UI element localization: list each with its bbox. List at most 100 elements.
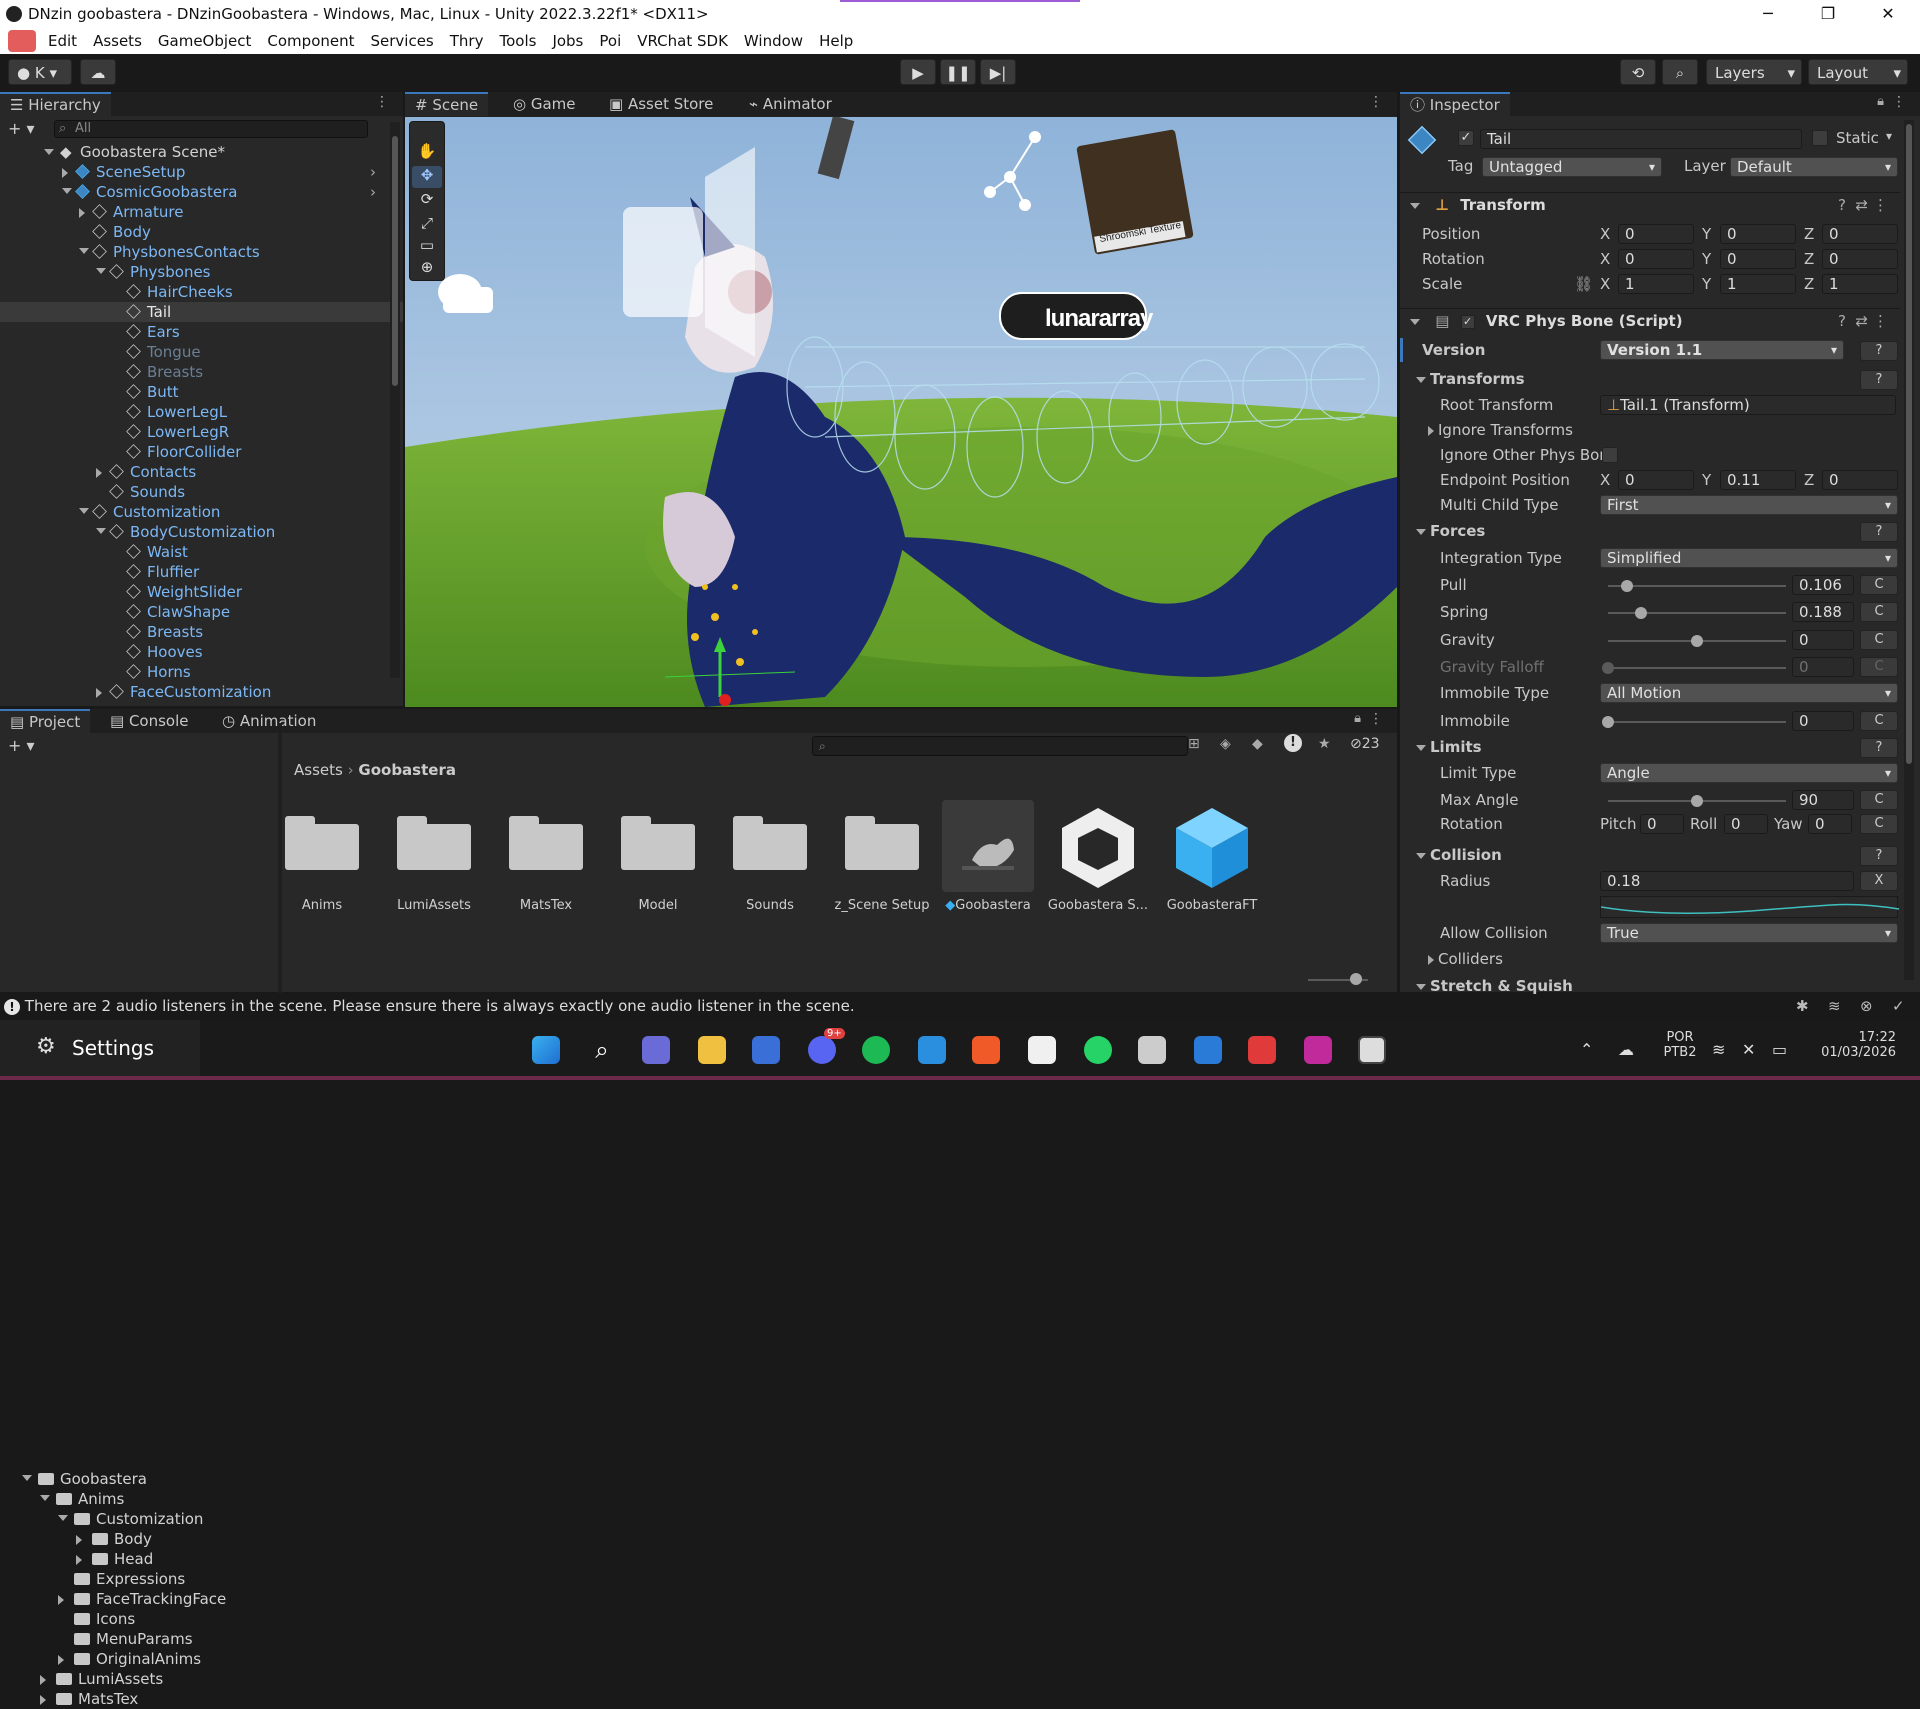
rotation-z-label[interactable]: Z [1804, 250, 1814, 268]
vscode-icon[interactable] [918, 1036, 946, 1064]
tab-asset-store[interactable]: ▣ Asset Store [599, 92, 723, 116]
prefab-open-icon[interactable]: › [370, 182, 376, 202]
unity-editor-icon[interactable] [1358, 1036, 1386, 1064]
scale-y-label[interactable]: Y [1702, 275, 1711, 293]
project-folder-item[interactable]: OriginalAnims [0, 1649, 270, 1669]
forces-help-button[interactable]: ? [1860, 522, 1898, 542]
menu-help[interactable]: Help [811, 32, 861, 50]
menu-edit[interactable]: Edit [40, 32, 85, 50]
static-checkbox[interactable] [1812, 130, 1828, 146]
search-icon[interactable]: ⌕ [1662, 59, 1698, 85]
menu-component[interactable]: Component [259, 32, 362, 50]
scene-viewport[interactable]: lunararray Shroomski Texture ✋ ✥ ⟳ ⤢ ▭ ⊕ [405, 117, 1397, 707]
max-angle-slider-knob[interactable] [1691, 795, 1703, 807]
colliders-row[interactable]: Colliders [1428, 950, 1503, 968]
wifi-icon[interactable]: ≋ [1712, 1040, 1725, 1059]
folder-icon[interactable] [397, 814, 471, 870]
version-dropdown[interactable]: Version 1.1 [1600, 340, 1844, 360]
hierarchy-item[interactable]: Butt [0, 382, 403, 402]
link-icon[interactable]: ⛓ [1574, 275, 1593, 293]
close-icon[interactable]: ✕ [1860, 0, 1916, 28]
hierarchy-item[interactable]: Body [0, 222, 403, 242]
tray-chevron-icon[interactable]: ⌃ [1580, 1040, 1593, 1059]
preset-icon[interactable]: ⇄ [1855, 309, 1868, 333]
pull-slider[interactable] [1608, 585, 1786, 587]
scrollbar-thumb[interactable] [392, 136, 398, 386]
brave-icon[interactable] [972, 1036, 1000, 1064]
object-name-input[interactable]: Tail [1480, 129, 1802, 149]
search-by-label-icon[interactable]: ◈ [1220, 736, 1231, 752]
hierarchy-item[interactable]: Fluffier [0, 562, 403, 582]
hierarchy-item[interactable]: CosmicGoobastera › [0, 182, 403, 202]
folder-icon[interactable] [285, 814, 359, 870]
debug-icon[interactable]: ✱ [1796, 994, 1809, 1018]
hierarchy-item[interactable]: Physbones [0, 262, 403, 282]
collapse-arrow-icon[interactable] [79, 248, 89, 254]
expand-arrow-icon[interactable] [40, 1695, 46, 1705]
collapse-arrow-icon[interactable] [62, 188, 72, 194]
yaw-input[interactable]: 0 [1808, 814, 1852, 834]
minimize-icon[interactable]: ─ [1740, 0, 1796, 28]
hierarchy-item[interactable]: BodyCustomization [0, 522, 403, 542]
capcut-icon[interactable] [1194, 1036, 1222, 1064]
component-menu-icon[interactable]: ⋮ [1873, 309, 1888, 333]
immobile-input[interactable]: 0 [1792, 711, 1854, 731]
store-icon[interactable] [752, 1036, 780, 1064]
expand-arrow-icon[interactable] [96, 688, 102, 698]
file-menu-icon[interactable] [8, 30, 36, 52]
scene-menu-icon[interactable]: ⋮ [1369, 94, 1383, 110]
gravity-falloff-curve-button[interactable]: C [1860, 657, 1898, 677]
immobile-slider-knob[interactable] [1602, 716, 1614, 728]
project-search-input[interactable]: ⌕ [812, 736, 1188, 756]
menu-gameobject[interactable]: GameObject [150, 32, 260, 50]
rotate-tool-icon[interactable]: ⟳ [412, 190, 442, 212]
hierarchy-item[interactable]: Sounds [0, 482, 403, 502]
notepad-icon[interactable] [1028, 1036, 1056, 1064]
hierarchy-item[interactable]: Horns [0, 662, 403, 682]
search-icon[interactable]: ⌕ [588, 1036, 616, 1064]
hierarchy-item[interactable]: Customization [0, 502, 403, 522]
gravity-falloff-slider-knob[interactable] [1602, 662, 1614, 674]
move-tool-icon[interactable]: ✥ [412, 166, 442, 188]
app-icon[interactable] [1304, 1036, 1332, 1064]
position-y-label[interactable]: Y [1702, 225, 1711, 243]
unity-scene-icon[interactable] [1058, 804, 1138, 888]
warning-filter-icon[interactable]: ! [1284, 734, 1302, 752]
hierarchy-item[interactable]: Tongue [0, 342, 403, 362]
rotation-x-input[interactable]: 0 [1618, 249, 1694, 269]
collapse-arrow-icon[interactable] [22, 1475, 32, 1481]
help-icon[interactable]: ? [1838, 309, 1846, 333]
rotation-z-input[interactable]: 0 [1822, 249, 1898, 269]
collapse-arrow-icon[interactable] [58, 1515, 68, 1521]
endpoint-y-input[interactable]: 0.11 [1720, 470, 1796, 490]
limit-type-dropdown[interactable]: Angle [1600, 763, 1898, 783]
inspector-scrollbar[interactable] [1904, 120, 1914, 980]
menu-window[interactable]: Window [736, 32, 811, 50]
hierarchy-item[interactable]: FloorCollider [0, 442, 403, 462]
position-x-input[interactable]: 0 [1618, 224, 1694, 244]
immobile-curve-button[interactable]: C [1860, 711, 1898, 731]
tag-dropdown[interactable]: Untagged [1482, 157, 1662, 177]
collision-section[interactable]: Collision [1416, 846, 1502, 864]
layers-dropdown[interactable]: Layers ▾ [1706, 59, 1802, 85]
menu-jobs[interactable]: Jobs [544, 32, 591, 50]
folder-icon[interactable] [845, 814, 919, 870]
folder-icon[interactable] [509, 814, 583, 870]
rotation-y-label[interactable]: Y [1702, 250, 1711, 268]
hierarchy-item[interactable]: Hooves [0, 642, 403, 662]
endpoint-x-label[interactable]: X [1600, 471, 1610, 489]
lock-icon[interactable]: 🔒︎ [1354, 711, 1361, 726]
hierarchy-item[interactable]: HairCheeks [0, 282, 403, 302]
project-menu-icon[interactable]: ⋮ [1369, 711, 1383, 727]
whatsapp-icon[interactable] [1084, 1036, 1112, 1064]
hierarchy-item[interactable]: FaceCustomization [0, 682, 403, 702]
pull-curve-button[interactable]: C [1860, 575, 1898, 595]
component-enabled-checkbox[interactable]: ✓ [1460, 314, 1475, 329]
scale-x-input[interactable]: 1 [1618, 274, 1694, 294]
folder-icon[interactable] [621, 814, 695, 870]
radius-input[interactable]: 0.18 [1600, 871, 1854, 891]
panel-menu-icon[interactable]: ⋮ [375, 94, 389, 110]
scale-tool-icon[interactable]: ⤢ [412, 214, 442, 236]
menu-services[interactable]: Services [363, 32, 442, 50]
collapse-arrow-icon[interactable] [40, 1495, 50, 1501]
